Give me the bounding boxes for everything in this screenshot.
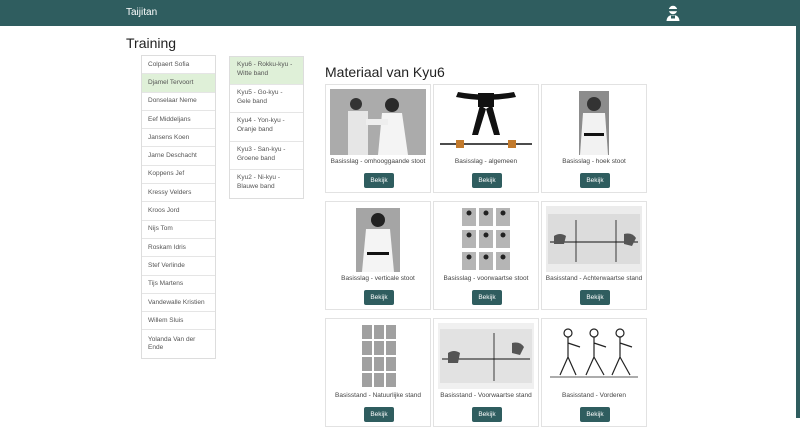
student-item[interactable]: Tijs Martens (142, 276, 215, 294)
level-list: Kyu6 - Rokku-kyu - Witte band Kyu5 - Go-… (229, 56, 304, 199)
view-button[interactable]: Bekijk (580, 173, 610, 188)
view-button[interactable]: Bekijk (472, 290, 502, 305)
student-item[interactable]: Kressy Velders (142, 184, 215, 203)
student-item[interactable]: Willem Sluis (142, 312, 215, 331)
stance-diagram (545, 205, 643, 272)
student-item[interactable]: Koppens Jef (142, 166, 215, 185)
top-navbar: Taijitan (0, 0, 800, 26)
material-caption: Basisstand - Voorwaartse stand (440, 392, 532, 399)
level-item-active[interactable]: Kyu6 - Rokku-kyu - Witte band (230, 57, 303, 86)
material-caption: Basisstand - Vorderen (562, 392, 626, 399)
material-card: Basisstand - Natuurlijke stand Bekijk (325, 318, 431, 427)
level-item[interactable]: Kyu2 - Ni-kyu - Blauwe band (230, 170, 303, 198)
materials-title: Materiaal van Kyu6 (325, 64, 445, 80)
student-item[interactable]: Jansens Koen (142, 129, 215, 148)
student-item-active[interactable]: Djamel Tervoort (142, 74, 215, 93)
stance-diagram-2 (437, 322, 535, 389)
material-card: Basisstand - Vorderen Bekijk (541, 318, 647, 427)
student-item[interactable]: Vandewalle Kristien (142, 294, 215, 313)
material-card: Basisslag - verticale stoot Bekijk (325, 201, 431, 310)
material-card: Basisstand - Achterwaartse stand Bekijk (541, 201, 647, 310)
page-title: Training (126, 35, 177, 51)
level-item[interactable]: Kyu3 - San-kyu - Groene band (230, 142, 303, 170)
material-card: Basisslag - algemeen Bekijk (433, 84, 539, 193)
material-caption: Basisstand - Natuurlijke stand (335, 392, 421, 399)
student-item[interactable]: Nijs Tom (142, 221, 215, 239)
user-ninja-icon[interactable] (664, 4, 682, 22)
belt-diagram (437, 88, 535, 155)
view-button[interactable]: Bekijk (364, 173, 394, 188)
level-item[interactable]: Kyu4 - Yon-kyu - Oranje band (230, 113, 303, 142)
view-button[interactable]: Bekijk (472, 173, 502, 188)
photo-column (329, 322, 427, 389)
view-button[interactable]: Bekijk (472, 407, 502, 422)
material-caption: Basisslag - hoek stoot (562, 158, 626, 165)
view-button[interactable]: Bekijk (580, 407, 610, 422)
photo-master (545, 88, 643, 155)
student-list: Colpaert Sofia Djamel Tervoort Donselaar… (141, 55, 216, 360)
level-item[interactable]: Kyu5 - Go-kyu - Gele band (230, 85, 303, 114)
material-card: Basisslag - omhooggaande stoot Bekijk (325, 84, 431, 193)
stepping-sketch (545, 322, 643, 389)
student-item[interactable]: Stef Verlinde (142, 257, 215, 276)
material-caption: Basisstand - Achterwaartse stand (545, 275, 643, 282)
photo-grid (437, 205, 535, 272)
material-card: Basisstand - Voorwaartse stand Bekijk (433, 318, 539, 427)
student-item[interactable]: Eef Middeljans (142, 111, 215, 130)
view-button[interactable]: Bekijk (364, 407, 394, 422)
view-button[interactable]: Bekijk (580, 290, 610, 305)
photo-two-fighters (329, 88, 427, 155)
student-item[interactable]: Colpaert Sofia (142, 56, 215, 75)
material-card: Basisslag - voorwaartse stoot Bekijk (433, 201, 539, 310)
brand-logo[interactable]: Taijitan (126, 7, 157, 18)
material-caption: Basisslag - verticale stoot (341, 275, 415, 282)
scrollbar[interactable] (796, 26, 800, 418)
material-caption: Basisslag - omhooggaande stoot (330, 158, 426, 165)
student-item[interactable]: Jarne Deschacht (142, 147, 215, 166)
material-caption: Basisslag - voorwaartse stoot (443, 275, 529, 282)
student-item[interactable]: Donselaar Neme (142, 93, 215, 111)
material-caption: Basisslag - algemeen (454, 158, 518, 165)
material-card: Basisslag - hoek stoot Bekijk (541, 84, 647, 193)
student-item[interactable]: Kroos Jord (142, 202, 215, 221)
view-button[interactable]: Bekijk (364, 290, 394, 305)
photo-fighter (329, 205, 427, 272)
student-item[interactable]: Yolanda Van der Ende (142, 330, 215, 358)
student-item[interactable]: Roskam Idris (142, 239, 215, 258)
